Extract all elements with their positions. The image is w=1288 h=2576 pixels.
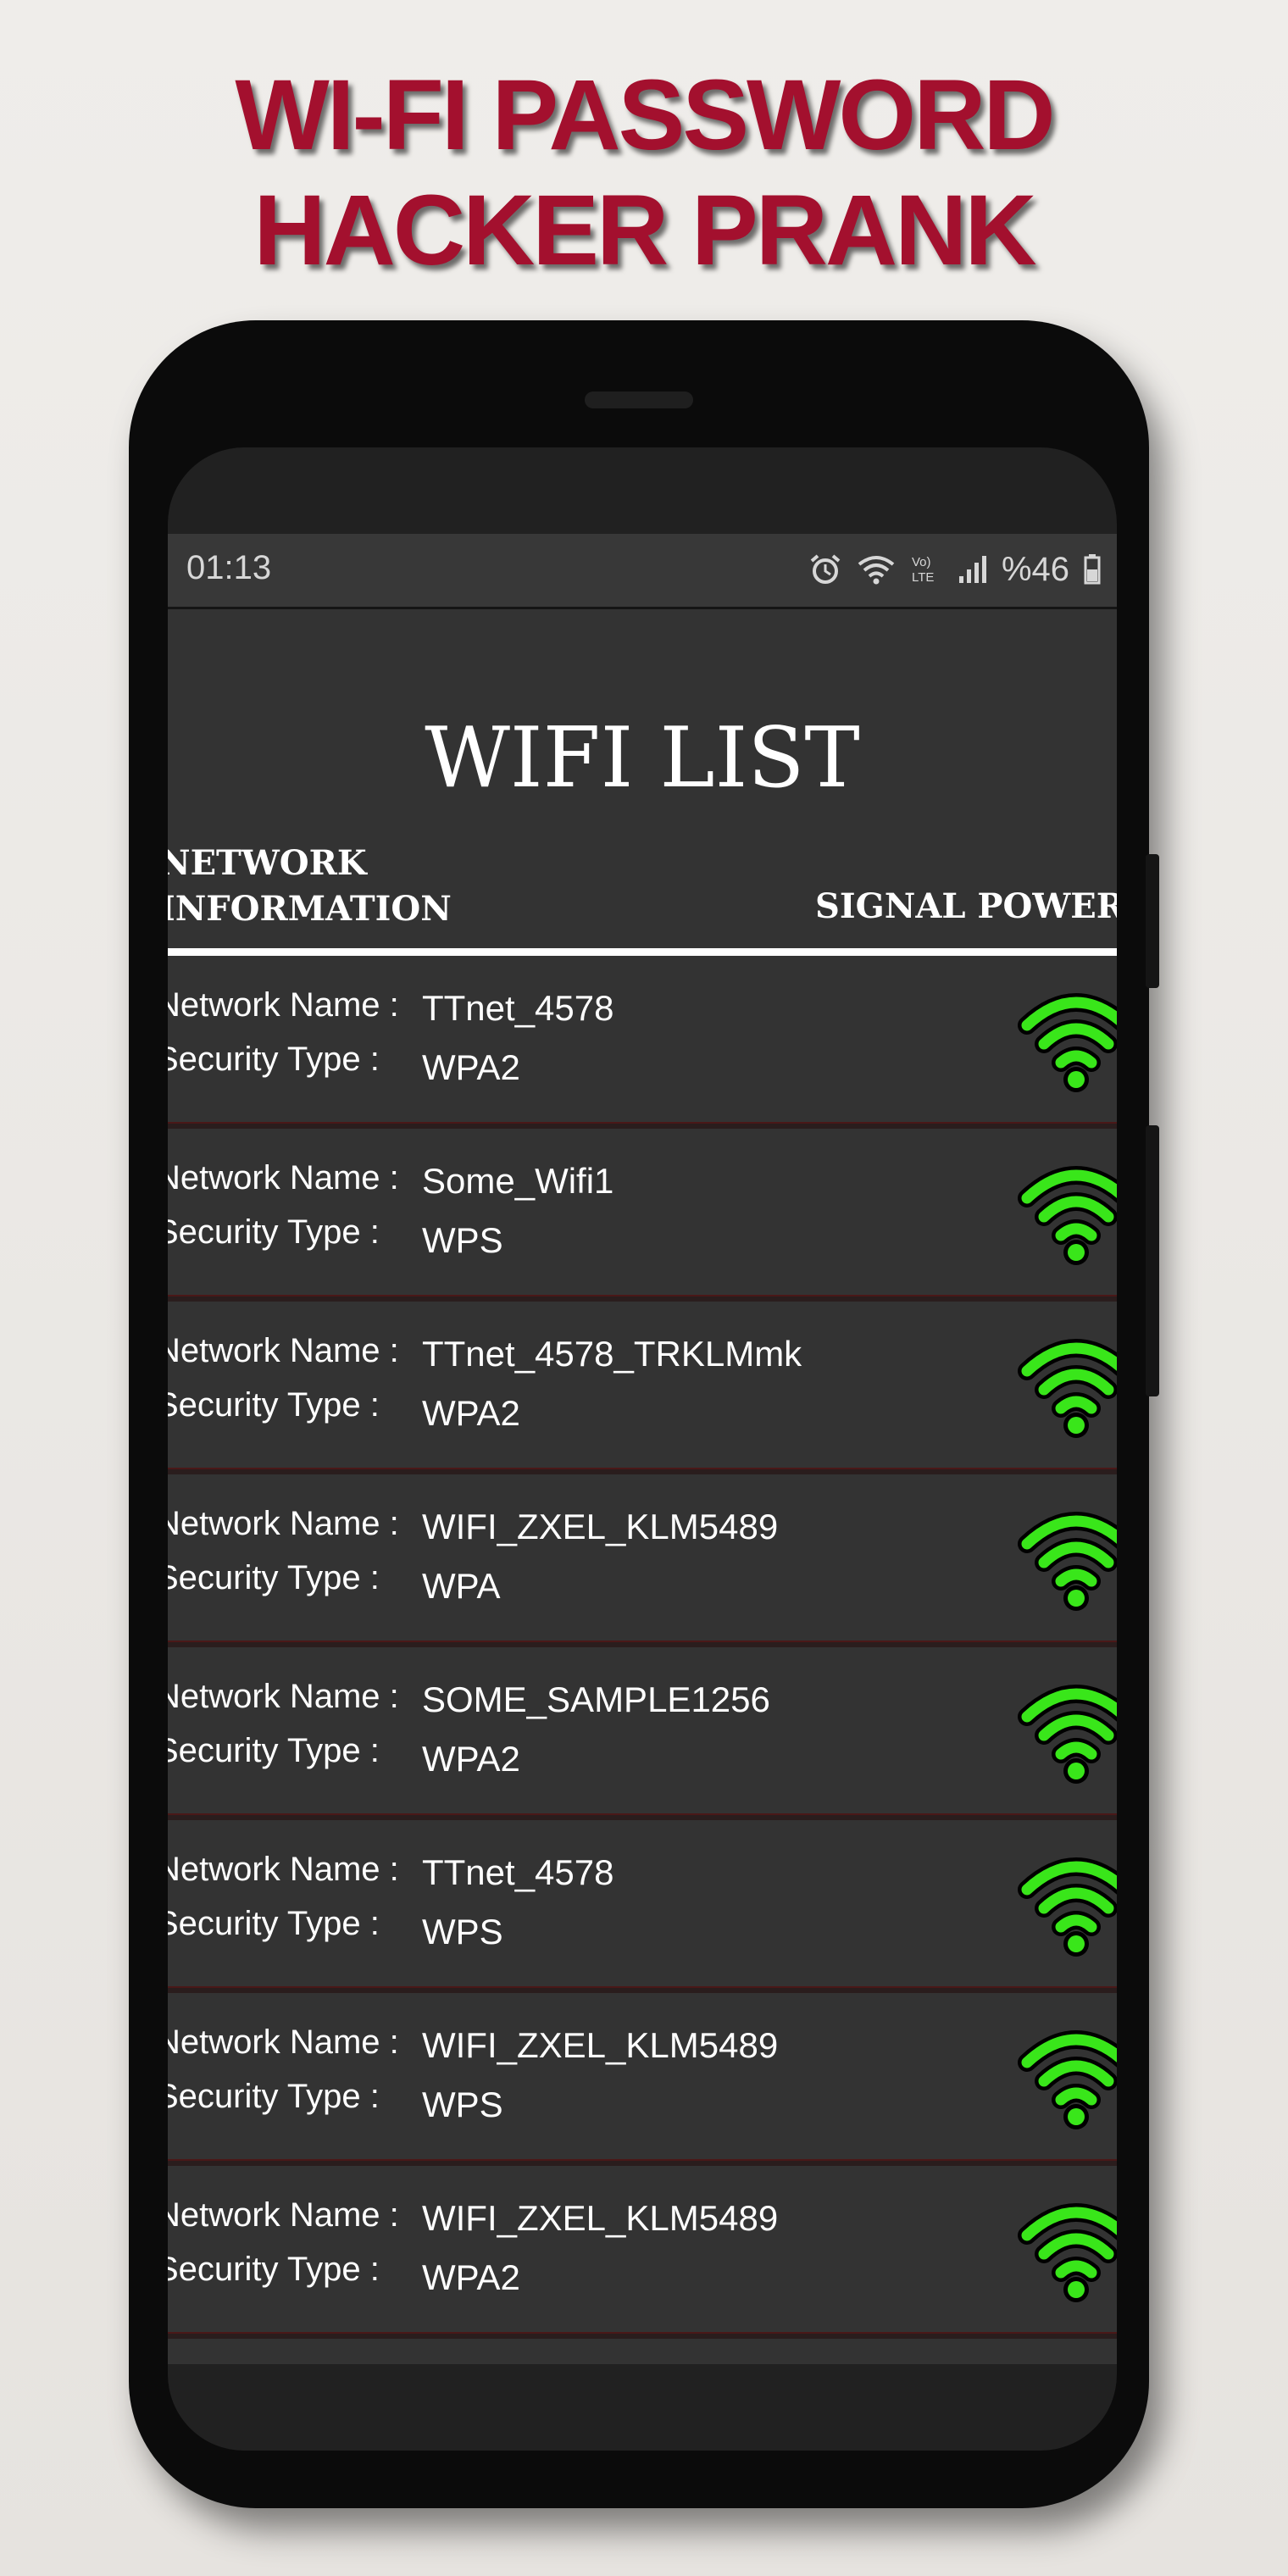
network-name-value: SOME_SAMPLE1256: [422, 1679, 770, 1719]
signal-strength-icon: [1015, 1158, 1117, 1268]
promo-title-line-2: HACKER PRANK: [253, 175, 1036, 286]
battery-icon: [1084, 554, 1101, 585]
network-name-label: Network Name :: [168, 1505, 399, 1542]
network-row[interactable]: Network Name : Security Type : WIFI_ZXEL_K…: [168, 1993, 1117, 2166]
network-name-value: TTnet_4578_TRKLMmk: [422, 1334, 802, 1374]
security-type-label: Security Type :: [168, 1559, 380, 1596]
column-header-signal: SIGNAL POWER: [815, 886, 1117, 926]
network-name-value: TTnet_4578: [422, 1852, 614, 1892]
header-divider: [168, 948, 1117, 956]
security-type-value: WPA2: [422, 2257, 520, 2297]
network-row[interactable]: Network Name : Security Type : Some_Wifi1 W…: [168, 1129, 1117, 1302]
network-list: Network Name : Security Type : TTnet_4578 W…: [168, 956, 1117, 2339]
network-name-label: Network Name :: [168, 2196, 399, 2234]
network-row[interactable]: Network Name : Security Type : TTnet_4578 W…: [168, 956, 1117, 1129]
network-name-label: Network Name :: [168, 1159, 399, 1196]
page-title: WIFI LIST: [425, 710, 860, 807]
network-name-value: WIFI_ZXEL_KLM5489: [422, 2025, 779, 2065]
security-type-label: Security Type :: [168, 1041, 380, 1078]
cell-signal-icon: [958, 556, 986, 583]
network-name-value: TTnet_4578: [422, 988, 614, 1028]
phone-volume-button: [1146, 1125, 1159, 1396]
security-type-value: WPA2: [422, 1393, 520, 1433]
phone-speaker: [585, 391, 693, 408]
status-bar: 01:13 Vo) LTE %46: [168, 534, 1117, 609]
security-type-label: Security Type :: [168, 2251, 380, 2288]
network-row[interactable]: Network Name : Security Type : TTnet_4578_…: [168, 1302, 1117, 1474]
screen-top-bezel: [168, 447, 1117, 536]
network-row[interactable]: Network Name : Security Type : TTnet_4578 W…: [168, 1820, 1117, 1993]
signal-strength-icon: [1015, 2195, 1117, 2305]
signal-strength-icon: [1015, 2022, 1117, 2132]
network-row[interactable]: Network Name : Security Type : WIFI_ZXEL_K…: [168, 1474, 1117, 1647]
column-header-network-line1: NETWORK: [168, 843, 367, 883]
phone-power-button: [1146, 854, 1159, 988]
security-type-value: WPA: [422, 1566, 501, 1606]
network-name-label: Network Name :: [168, 1678, 399, 1715]
network-name-label: Network Name :: [168, 1851, 399, 1888]
network-name-label: Network Name :: [168, 986, 399, 1024]
signal-strength-icon: [1015, 1503, 1117, 1613]
column-header-network: NETWORK INFORMATION: [168, 841, 452, 932]
security-type-label: Security Type :: [168, 1732, 380, 1769]
network-name-value: WIFI_ZXEL_KLM5489: [422, 1507, 779, 1546]
screen-bottom-bezel: [168, 2362, 1117, 2451]
network-name-value: WIFI_ZXEL_KLM5489: [422, 2198, 779, 2238]
volte-icon: Vo) LTE: [912, 555, 934, 585]
svg-text:LTE: LTE: [912, 570, 934, 585]
security-type-value: WPS: [422, 2085, 503, 2124]
network-name-value: Some_Wifi1: [422, 1161, 614, 1201]
signal-strength-icon: [1015, 1330, 1117, 1441]
security-type-label: Security Type :: [168, 1213, 380, 1251]
battery-percent: %46: [1001, 550, 1069, 588]
network-name-label: Network Name :: [168, 1332, 399, 1369]
security-type-value: WPA2: [422, 1047, 520, 1087]
promo-title-line-1: WI-FI PASSWORD: [235, 59, 1055, 171]
security-type-value: WPS: [422, 1912, 503, 1951]
security-type-value: WPA2: [422, 1739, 520, 1779]
security-type-label: Security Type :: [168, 2078, 380, 2115]
alarm-icon: [810, 554, 841, 584]
svg-text:Vo): Vo): [912, 555, 931, 569]
network-name-label: Network Name :: [168, 2024, 399, 2061]
signal-strength-icon: [1015, 985, 1117, 1095]
app-screen: 01:13 Vo) LTE %46 WIFI LIST NETWORK INFO…: [168, 534, 1117, 2364]
status-time: 01:13: [186, 549, 272, 586]
signal-strength-icon: [1015, 1849, 1117, 1959]
network-row[interactable]: Network Name : Security Type : SOME_SAMPLE…: [168, 1647, 1117, 1820]
wifi-icon: [858, 556, 895, 585]
column-header-network-line2: INFORMATION: [168, 889, 452, 929]
signal-strength-icon: [1015, 1676, 1117, 1786]
network-row[interactable]: Network Name : Security Type : WIFI_ZXEL_K…: [168, 2166, 1117, 2339]
status-icons: Vo) LTE %46: [808, 547, 1102, 591]
security-type-label: Security Type :: [168, 1905, 380, 1942]
security-type-label: Security Type :: [168, 1386, 380, 1424]
security-type-value: WPS: [422, 1220, 503, 1260]
